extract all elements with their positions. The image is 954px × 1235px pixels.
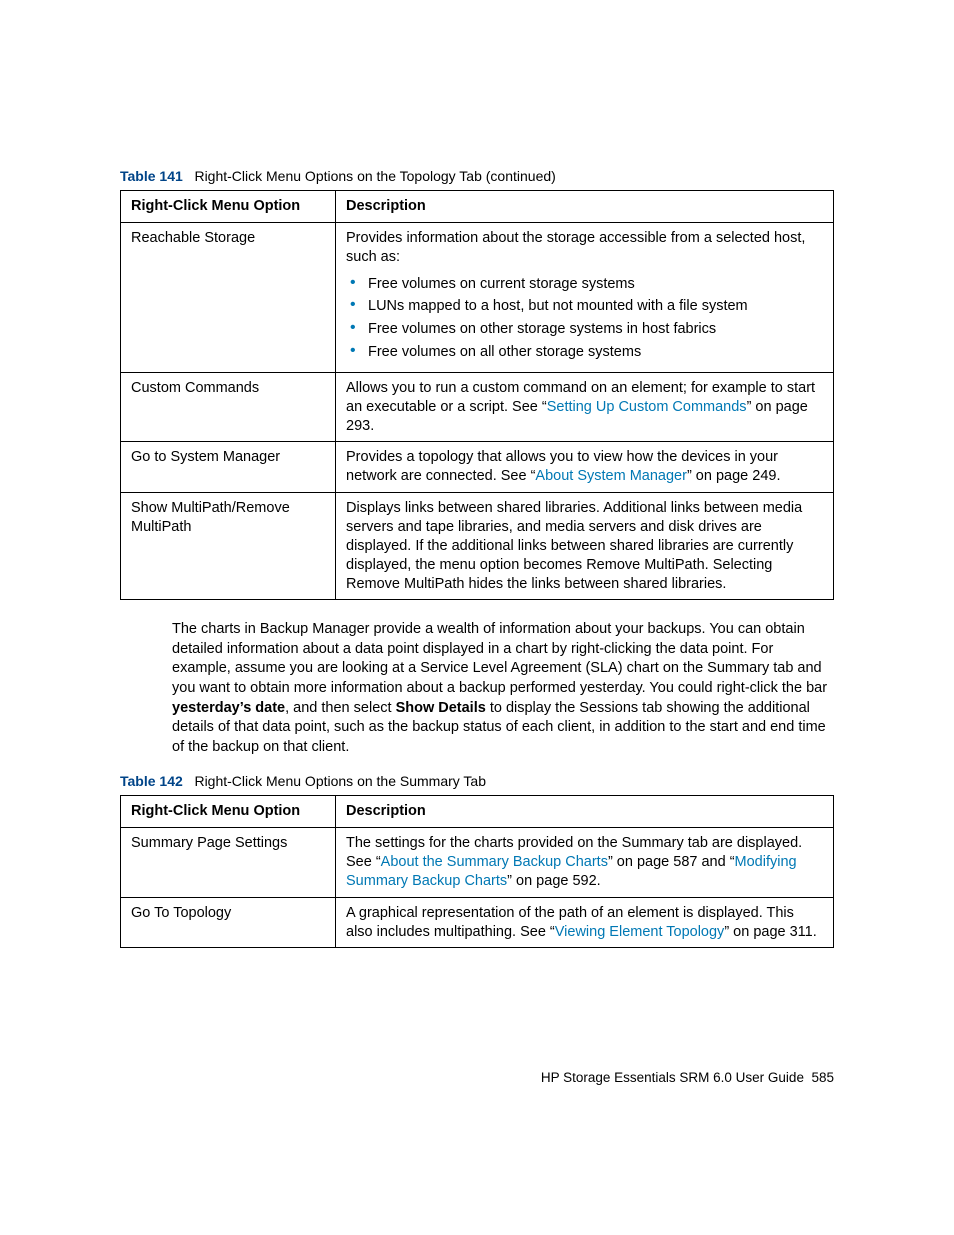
cell-description: A graphical representation of the path o… bbox=[336, 897, 834, 948]
table-142-caption: Table 142 Right-Click Menu Options on th… bbox=[120, 773, 834, 789]
cell-option: Custom Commands bbox=[121, 372, 336, 442]
page-footer: HP Storage Essentials SRM 6.0 User Guide… bbox=[541, 1070, 834, 1085]
cell-option: Show MultiPath/Remove MultiPath bbox=[121, 493, 336, 600]
body-paragraph: The charts in Backup Manager provide a w… bbox=[172, 620, 834, 757]
cell-description: Provides information about the storage a… bbox=[336, 222, 834, 372]
list-item: Free volumes on other storage systems in… bbox=[346, 320, 823, 339]
cell-text: ” on page 587 and “ bbox=[608, 854, 735, 870]
footer-page-number: 585 bbox=[811, 1070, 834, 1085]
cell-description: The settings for the charts provided on … bbox=[336, 828, 834, 898]
table-141: Right-Click Menu Option Description Reac… bbox=[120, 190, 834, 600]
table-row: Summary Page Settings The settings for t… bbox=[121, 828, 834, 898]
table-142-header-description: Description bbox=[336, 796, 834, 828]
cell-text: Provides information about the storage a… bbox=[346, 230, 805, 265]
table-142: Right-Click Menu Option Description Summ… bbox=[120, 795, 834, 948]
table-row: Custom Commands Allows you to run a cust… bbox=[121, 372, 834, 442]
table-142-caption-text: Right-Click Menu Options on the Summary … bbox=[194, 773, 486, 789]
table-row: Reachable Storage Provides information a… bbox=[121, 222, 834, 372]
table-141-caption-text: Right-Click Menu Options on the Topology… bbox=[194, 168, 555, 184]
cell-description: Displays links between shared libraries.… bbox=[336, 493, 834, 600]
cell-text: ” on page 592. bbox=[507, 873, 601, 889]
cell-option: Go to System Manager bbox=[121, 442, 336, 493]
table-141-header-description: Description bbox=[336, 191, 834, 223]
cell-description: Allows you to run a custom command on an… bbox=[336, 372, 834, 442]
list-item: Free volumes on all other storage system… bbox=[346, 343, 823, 362]
link-about-system-manager[interactable]: About System Manager bbox=[535, 468, 687, 484]
link-viewing-element-topology[interactable]: Viewing Element Topology bbox=[555, 924, 725, 940]
list-item: Free volumes on current storage systems bbox=[346, 275, 823, 294]
bold-text: yesterday’s date bbox=[172, 700, 285, 716]
list-item: LUNs mapped to a host, but not mounted w… bbox=[346, 297, 823, 316]
paragraph-text: , and then select bbox=[285, 700, 395, 716]
cell-text: ” on page 249. bbox=[687, 468, 781, 484]
table-141-caption: Table 141 Right-Click Menu Options on th… bbox=[120, 168, 834, 184]
bullet-list: Free volumes on current storage systems … bbox=[346, 275, 823, 362]
paragraph-text: The charts in Backup Manager provide a w… bbox=[172, 621, 827, 696]
cell-text: ” on page 311. bbox=[724, 924, 816, 940]
cell-option: Go To Topology bbox=[121, 897, 336, 948]
table-142-header-option: Right-Click Menu Option bbox=[121, 796, 336, 828]
link-about-summary-backup-charts[interactable]: About the Summary Backup Charts bbox=[381, 854, 608, 870]
bold-text: Show Details bbox=[396, 700, 486, 716]
table-141-label: Table 141 bbox=[120, 168, 183, 184]
cell-option: Summary Page Settings bbox=[121, 828, 336, 898]
table-row: Go to System Manager Provides a topology… bbox=[121, 442, 834, 493]
footer-title: HP Storage Essentials SRM 6.0 User Guide bbox=[541, 1070, 804, 1085]
table-row: Show MultiPath/Remove MultiPath Displays… bbox=[121, 493, 834, 600]
table-142-label: Table 142 bbox=[120, 773, 183, 789]
link-setting-up-custom-commands[interactable]: Setting Up Custom Commands bbox=[547, 399, 747, 415]
cell-option: Reachable Storage bbox=[121, 222, 336, 372]
cell-description: Provides a topology that allows you to v… bbox=[336, 442, 834, 493]
table-row: Go To Topology A graphical representatio… bbox=[121, 897, 834, 948]
table-141-header-option: Right-Click Menu Option bbox=[121, 191, 336, 223]
